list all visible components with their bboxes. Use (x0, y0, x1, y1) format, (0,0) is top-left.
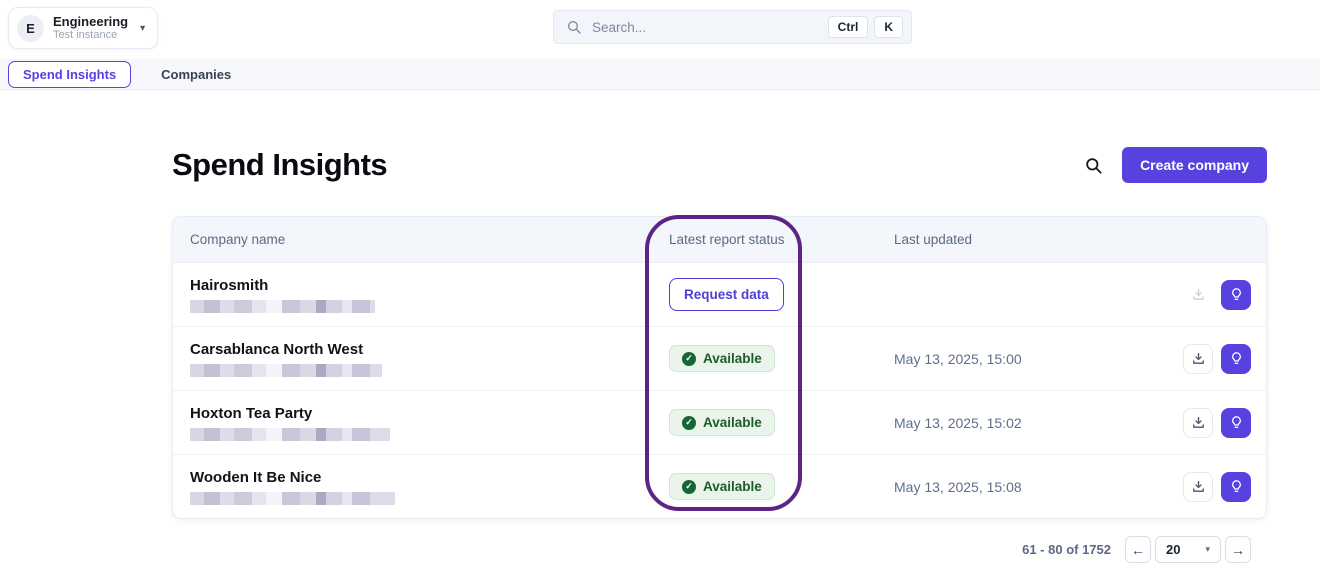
company-cell: Wooden It Be Nice (173, 469, 669, 505)
row-actions (1181, 279, 1266, 310)
check-icon: ✓ (682, 479, 696, 494)
last-updated: May 13, 2025, 15:08 (894, 478, 1022, 495)
companies-table: Company name Latest report status Last u… (172, 216, 1267, 519)
redacted-text (190, 427, 390, 441)
table-row: Carsablanca North West ✓ Available May 1… (173, 326, 1266, 390)
workspace-switcher[interactable]: E Engineering Test instance ▾ (8, 7, 159, 49)
download-button[interactable] (1183, 471, 1213, 502)
top-bar: E Engineering Test instance ▾ Search... … (0, 0, 1320, 59)
status-cell: ✓ Available (669, 345, 894, 372)
insights-button[interactable] (1221, 407, 1251, 438)
tab-companies[interactable]: Companies (147, 62, 245, 87)
shortcut-key-ctrl: Ctrl (827, 16, 869, 38)
workspace-avatar: E (17, 14, 44, 42)
insights-button[interactable] (1221, 343, 1251, 374)
company-cell: Carsablanca North West (173, 341, 669, 377)
company-cell: Hairosmith (173, 277, 669, 313)
table-row: Hairosmith Request data (173, 262, 1266, 326)
previous-page-button[interactable]: ← (1125, 536, 1151, 563)
company-name[interactable]: Hoxton Tea Party (190, 405, 669, 422)
company-cell: Hoxton Tea Party (173, 405, 669, 441)
status-cell: ✓ Available (669, 473, 894, 500)
pager-controls: ← 20 ▾ → (1125, 536, 1251, 563)
search-icon (568, 21, 581, 34)
download-icon (1192, 416, 1204, 428)
arrow-left-icon: ← (1131, 541, 1145, 558)
column-header-company-name: Company name (190, 232, 286, 247)
page-size-select[interactable]: 20 ▾ (1155, 536, 1221, 563)
workspace-name: Engineering (53, 14, 129, 29)
main-content: Spend Insights Create company Company na… (172, 147, 1267, 563)
lightbulb-icon (1231, 352, 1241, 364)
redacted-text (190, 491, 395, 505)
download-icon (1192, 288, 1204, 300)
page-title: Spend Insights (172, 147, 388, 182)
row-actions (1181, 343, 1266, 374)
page: E Engineering Test instance ▾ Search... … (0, 0, 1320, 575)
company-name[interactable]: Wooden It Be Nice (190, 469, 669, 486)
page-size-value: 20 (1166, 542, 1181, 557)
redacted-text (190, 363, 382, 377)
chevron-down-icon: ▾ (140, 22, 146, 34)
workspace-subtitle: Test instance (53, 29, 118, 41)
header-actions: Create company (1084, 147, 1267, 183)
column-header-latest-report-status: Latest report status (669, 232, 785, 247)
page-header: Spend Insights Create company (172, 147, 1267, 183)
search-icon (1086, 157, 1102, 173)
status-label: Available (703, 415, 762, 430)
status-cell: Request data (669, 278, 894, 311)
workspace-text: Engineering Test instance (53, 14, 128, 42)
table-row: Hoxton Tea Party ✓ Available May 13, 202… (173, 390, 1266, 454)
search-button[interactable] (1084, 156, 1103, 175)
lightbulb-icon (1231, 416, 1241, 428)
download-button-disabled (1183, 279, 1213, 310)
check-icon: ✓ (682, 351, 696, 366)
status-cell: ✓ Available (669, 409, 894, 436)
company-name[interactable]: Carsablanca North West (190, 341, 669, 358)
pagination: 61 - 80 of 1752 ← 20 ▾ → (172, 536, 1267, 563)
request-data-button[interactable]: Request data (669, 278, 784, 311)
lightbulb-icon (1231, 288, 1241, 300)
next-page-button[interactable]: → (1225, 536, 1251, 563)
company-name[interactable]: Hairosmith (190, 277, 669, 294)
status-badge-available: ✓ Available (669, 345, 775, 372)
last-updated: May 13, 2025, 15:02 (894, 414, 1022, 431)
status-label: Available (703, 479, 762, 494)
download-button[interactable] (1183, 407, 1213, 438)
download-icon (1192, 480, 1204, 492)
row-actions (1181, 471, 1266, 502)
tab-spend-insights[interactable]: Spend Insights (8, 60, 132, 88)
column-header-last-updated: Last updated (894, 232, 973, 247)
insights-button[interactable] (1221, 279, 1251, 310)
download-button[interactable] (1183, 343, 1213, 374)
search-placeholder: Search... (592, 19, 647, 35)
arrow-right-icon: → (1231, 541, 1245, 558)
status-badge-available: ✓ Available (669, 473, 775, 500)
redacted-text (190, 299, 375, 313)
status-badge-available: ✓ Available (669, 409, 775, 436)
lightbulb-icon (1231, 480, 1241, 492)
check-icon: ✓ (682, 415, 696, 430)
row-actions (1181, 407, 1266, 438)
last-updated: May 13, 2025, 15:00 (894, 350, 1022, 367)
download-icon (1192, 352, 1204, 364)
create-company-button[interactable]: Create company (1122, 147, 1267, 183)
table-row: Wooden It Be Nice ✓ Available May 13, 20… (173, 454, 1266, 518)
global-search-input[interactable]: Search... Ctrl K (553, 10, 912, 44)
table-header-row: Company name Latest report status Last u… (173, 217, 1266, 262)
shortcut-key-k: K (874, 16, 903, 38)
chevron-down-icon: ▾ (1205, 544, 1210, 554)
insights-button[interactable] (1221, 471, 1251, 502)
status-label: Available (703, 351, 762, 366)
tab-bar: Spend Insights Companies (0, 59, 1320, 90)
pagination-range-label: 61 - 80 of 1752 (1022, 542, 1111, 557)
